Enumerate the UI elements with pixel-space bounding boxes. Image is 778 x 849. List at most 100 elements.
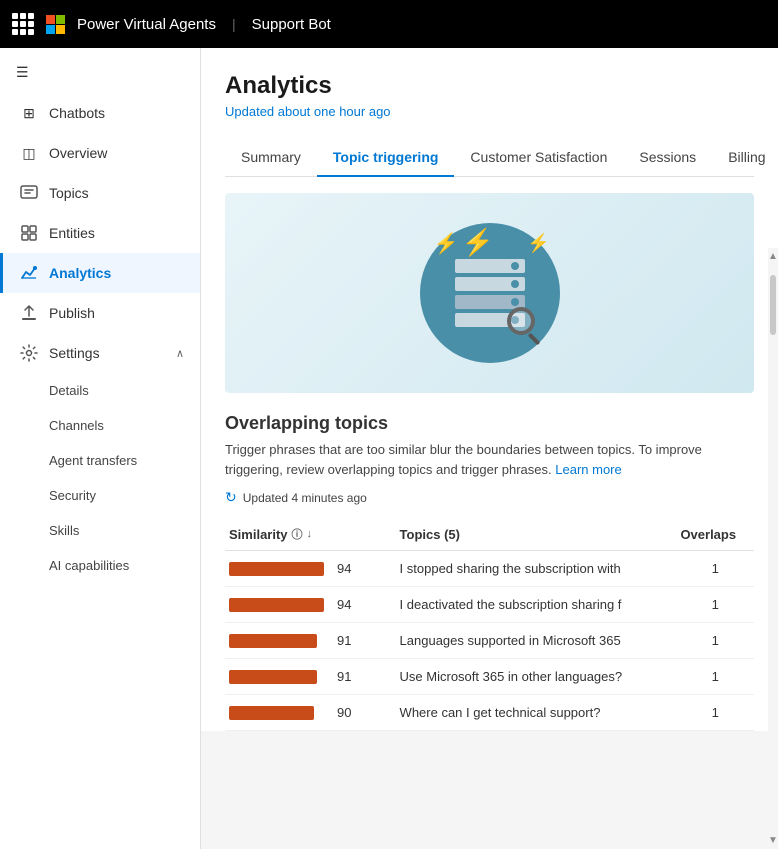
settings-icon — [19, 343, 39, 363]
table-row[interactable]: 91 Use Microsoft 365 in other languages?… — [225, 659, 754, 695]
overlapping-topics-table: Similarity ⓘ ↓ Topics (5) Overlaps — [225, 518, 754, 731]
sidebar: ☰ ⊞ Chatbots ◫ Overview Topics Entities — [0, 48, 201, 849]
main-content: Analytics Updated about one hour ago Sum… — [201, 48, 778, 731]
tab-customer-satisfaction[interactable]: Customer Satisfaction — [454, 139, 623, 177]
sidebar-item-entities[interactable]: Entities — [0, 213, 200, 253]
sidebar-label-security: Security — [49, 488, 96, 503]
similarity-bar — [229, 706, 314, 720]
tab-topic-triggering[interactable]: Topic triggering — [317, 139, 455, 177]
magnifier-icon — [507, 307, 535, 335]
sidebar-item-publish[interactable]: Publish — [0, 293, 200, 333]
sidebar-item-agent-transfers[interactable]: Agent transfers — [0, 443, 200, 478]
sidebar-item-chatbots[interactable]: ⊞ Chatbots — [0, 93, 200, 133]
similarity-value: 94 — [337, 561, 361, 576]
refresh-icon: ↻ — [225, 489, 237, 506]
analytics-icon — [19, 263, 39, 283]
similarity-value: 94 — [337, 597, 361, 612]
table-updated-row: ↻ Updated 4 minutes ago — [225, 489, 754, 506]
learn-more-link[interactable]: Learn more — [555, 462, 621, 477]
similarity-cell: 91 — [225, 659, 396, 695]
chevron-up-icon: ∧ — [176, 347, 184, 360]
scroll-down-arrow[interactable]: ▼ — [765, 832, 778, 849]
table-row[interactable]: 94 I deactivated the subscription sharin… — [225, 587, 754, 623]
table-row[interactable]: 91 Languages supported in Microsoft 3651 — [225, 623, 754, 659]
table-row[interactable]: 94 I stopped sharing the subscription wi… — [225, 551, 754, 587]
sidebar-item-security[interactable]: Security — [0, 478, 200, 513]
sidebar-item-topics[interactable]: Topics — [0, 173, 200, 213]
similarity-bar — [229, 598, 324, 612]
similarity-cell: 91 — [225, 623, 396, 659]
lightning-icon-3: ⚡ — [527, 233, 549, 254]
nav-separator: | — [232, 16, 236, 32]
sidebar-label-publish: Publish — [49, 305, 95, 321]
sidebar-label-entities: Entities — [49, 225, 95, 241]
similarity-info-icon[interactable]: ⓘ — [292, 526, 303, 542]
tab-summary[interactable]: Summary — [225, 139, 317, 177]
sidebar-label-topics: Topics — [49, 185, 89, 201]
lightning-icon-1: ⚡ — [434, 231, 459, 256]
scroll-up-arrow[interactable]: ▲ — [765, 248, 778, 265]
entities-icon — [19, 223, 39, 243]
overlap-count: 1 — [676, 695, 754, 731]
th-similarity: Similarity ⓘ ↓ — [225, 518, 396, 551]
scrollbar-thumb[interactable] — [770, 275, 776, 335]
hero-circle: ⚡ ⚡ ⚡ — [420, 223, 560, 363]
top-nav: Power Virtual Agents | Support Bot — [0, 0, 778, 48]
analytics-tabs: Summary Topic triggering Customer Satisf… — [225, 139, 754, 177]
sidebar-item-details[interactable]: Details — [0, 373, 200, 408]
topic-name[interactable]: I stopped sharing the subscription with — [396, 551, 677, 587]
section-description: Trigger phrases that are too similar blu… — [225, 440, 754, 479]
sidebar-label-settings: Settings — [49, 345, 100, 361]
table-row[interactable]: 90 Where can I get technical support?1 — [225, 695, 754, 731]
similarity-value: 90 — [337, 705, 361, 720]
sidebar-label-channels: Channels — [49, 418, 104, 433]
sidebar-label-skills: Skills — [49, 523, 79, 538]
overlap-count: 1 — [676, 659, 754, 695]
similarity-bar — [229, 634, 317, 648]
similarity-cell: 94 — [225, 551, 396, 587]
sidebar-item-ai-capabilities[interactable]: AI capabilities — [0, 548, 200, 583]
microsoft-logo — [46, 15, 65, 34]
hero-illustration: ⚡ ⚡ ⚡ — [225, 193, 754, 393]
publish-icon — [19, 303, 39, 323]
sidebar-item-skills[interactable]: Skills — [0, 513, 200, 548]
tab-billing[interactable]: Billing — [712, 139, 778, 177]
page-title: Analytics — [225, 72, 754, 100]
lightning-icon-2: ⚡ — [462, 227, 494, 258]
tab-sessions[interactable]: Sessions — [623, 139, 712, 177]
sidebar-label-ai-capabilities: AI capabilities — [49, 558, 129, 573]
similarity-bar — [229, 670, 317, 684]
sidebar-label-overview: Overview — [49, 145, 107, 161]
similarity-sort-icon[interactable]: ↓ — [307, 528, 313, 540]
chatbots-icon: ⊞ — [19, 103, 39, 123]
topic-name[interactable]: Languages supported in Microsoft 365 — [396, 623, 677, 659]
app-title: Power Virtual Agents — [77, 16, 216, 33]
server-stack-icon — [455, 259, 525, 327]
sidebar-label-chatbots: Chatbots — [49, 105, 105, 121]
topic-name[interactable]: I deactivated the subscription sharing f — [396, 587, 677, 623]
main-wrapper: Analytics Updated about one hour ago Sum… — [201, 48, 778, 849]
bot-name: Support Bot — [252, 16, 331, 33]
updated-timestamp: Updated about one hour ago — [225, 104, 754, 119]
sidebar-item-analytics[interactable]: Analytics — [0, 253, 200, 293]
table-updated-text: Updated 4 minutes ago — [243, 491, 367, 505]
overlap-count: 1 — [676, 551, 754, 587]
sidebar-label-analytics: Analytics — [49, 265, 111, 281]
similarity-bar — [229, 562, 324, 576]
scrollbar[interactable]: ▲ ▼ — [768, 248, 778, 849]
similarity-value: 91 — [337, 633, 361, 648]
topic-name[interactable]: Where can I get technical support? — [396, 695, 677, 731]
section-title: Overlapping topics — [225, 413, 754, 434]
sidebar-item-overview[interactable]: ◫ Overview — [0, 133, 200, 173]
similarity-cell: 94 — [225, 587, 396, 623]
sidebar-label-details: Details — [49, 383, 89, 398]
topic-name[interactable]: Use Microsoft 365 in other languages? — [396, 659, 677, 695]
hamburger-menu[interactable]: ☰ — [0, 56, 200, 93]
sidebar-item-channels[interactable]: Channels — [0, 408, 200, 443]
sidebar-label-agent-transfers: Agent transfers — [49, 453, 137, 468]
th-overlaps: Overlaps — [676, 518, 754, 551]
app-launcher-icon[interactable] — [12, 13, 34, 35]
sidebar-item-settings[interactable]: Settings ∧ — [0, 333, 200, 373]
similarity-cell: 90 — [225, 695, 396, 731]
overview-icon: ◫ — [19, 143, 39, 163]
